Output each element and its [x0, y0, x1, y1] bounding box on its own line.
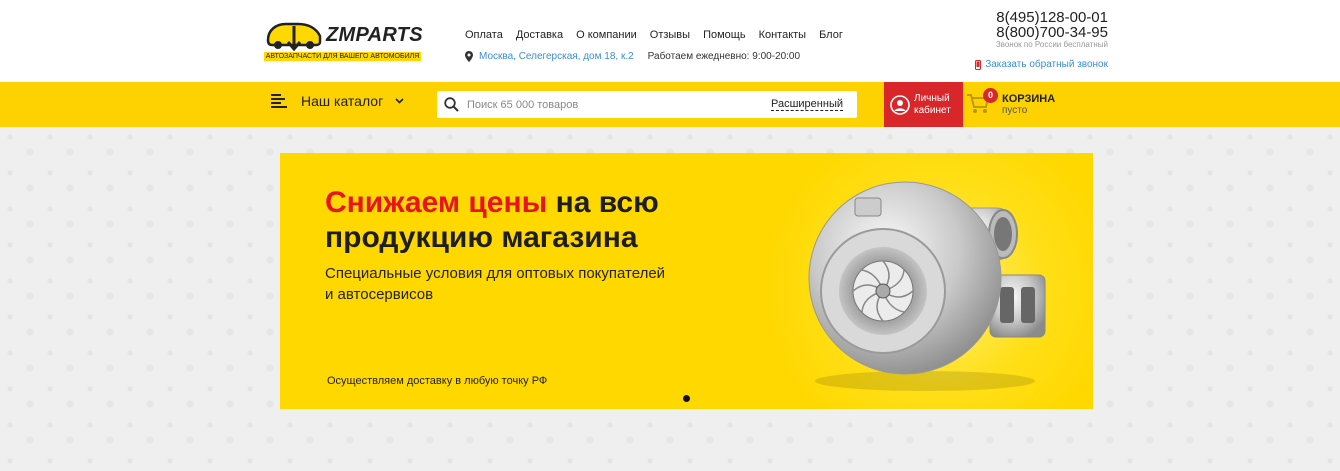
main-nav: Оплата Доставка О компании Отзывы Помощь… — [465, 29, 843, 41]
phones: 8(495)128-00-01 8(800)700-34-95 Звонок п… — [996, 10, 1108, 50]
slider-dot[interactable] — [683, 395, 690, 402]
banner-subtitle: Специальные условия для оптовых покупате… — [325, 263, 665, 305]
search-input[interactable] — [459, 98, 771, 111]
map-pin-icon — [465, 51, 473, 62]
headline-line2: продукцию магазина — [325, 221, 638, 254]
logo[interactable]: ZMPARTS АВТОЗАПЧАСТИ ДЛЯ ВАШЕГО АВТОМОБИ… — [264, 18, 424, 64]
account-label-line2: кабинет — [914, 104, 951, 116]
chevron-down-icon — [395, 98, 404, 104]
callback-text: Заказать обратный звонок — [985, 59, 1108, 70]
nav-item-help[interactable]: Помощь — [703, 29, 746, 41]
banner-headline: Снижаем цены на всю продукцию магазина — [325, 185, 659, 255]
site-header: ZMPARTS АВТОЗАПЧАСТИ ДЛЯ ВАШЕГО АВТОМОБИ… — [0, 0, 1340, 82]
subtitle-line2: и автосервисов — [325, 286, 434, 303]
cart-info: КОРЗИНА пусто — [1002, 93, 1055, 116]
headline-part: на всю — [547, 186, 659, 219]
cart-count-badge: 0 — [983, 87, 998, 103]
catalog-label: Наш каталог — [301, 93, 384, 109]
account-label-line1: Личный — [914, 92, 950, 104]
logo-name: ZMPARTS — [326, 24, 423, 46]
advanced-search-link[interactable]: Расширенный — [771, 98, 843, 111]
cart-icon-wrap: 0 — [966, 87, 998, 118]
nav-item-reviews[interactable]: Отзывы — [650, 29, 690, 41]
nav-item-delivery[interactable]: Доставка — [516, 29, 563, 41]
address-link[interactable]: Москва, Селегерская, дом 18, к.2 — [465, 51, 634, 62]
search-box: Расширенный — [437, 91, 857, 118]
user-icon — [890, 94, 910, 115]
phone-moscow[interactable]: 8(495)128-00-01 — [996, 10, 1108, 25]
catalog-button[interactable]: Наш каталог — [271, 93, 404, 109]
working-hours: Работаем ежедневно: 9:00-20:00 — [647, 51, 801, 62]
headline-highlight: Снижаем цены — [325, 186, 548, 219]
toolbar: Наш каталог Расширенный Личный кабинет — [0, 82, 1340, 127]
menu-icon — [271, 94, 287, 108]
logo-tagline: АВТОЗАПЧАСТИ ДЛЯ ВАШЕГО АВТОМОБИЛЯ — [264, 52, 421, 61]
address-text: Москва, Селегерская, дом 18, к.2 — [479, 51, 634, 62]
account-button[interactable]: Личный кабинет — [884, 82, 963, 127]
phone-free[interactable]: 8(800)700-34-95 — [996, 25, 1108, 40]
cart-status: пусто — [1002, 105, 1028, 116]
search-icon[interactable] — [444, 97, 459, 112]
promo-banner[interactable]: Снижаем цены на всю продукцию магазина С… — [280, 153, 1093, 409]
nav-item-contacts[interactable]: Контакты — [759, 29, 807, 41]
store-info: Москва, Селегерская, дом 18, к.2 Работае… — [465, 51, 800, 62]
delivery-note: Осуществляем доставку в любую точку РФ — [327, 375, 548, 387]
nav-item-blog[interactable]: Блог — [819, 29, 843, 41]
nav-item-about[interactable]: О компании — [576, 29, 637, 41]
nav-item-payment[interactable]: Оплата — [465, 29, 503, 41]
subtitle-line1: Специальные условия для оптовых покупате… — [325, 265, 666, 282]
cart-title: КОРЗИНА — [1002, 93, 1056, 105]
logo-car-icon — [266, 22, 322, 52]
turbocharger-image — [808, 181, 1046, 391]
account-label: Личный кабинет — [914, 93, 951, 117]
cart-button[interactable]: 0 КОРЗИНА пусто — [966, 82, 1055, 127]
mobile-phone-icon — [975, 59, 982, 70]
callback-link[interactable]: Заказать обратный звонок — [975, 59, 1108, 70]
phone-note: Звонок по России бесплатный — [995, 40, 1108, 49]
